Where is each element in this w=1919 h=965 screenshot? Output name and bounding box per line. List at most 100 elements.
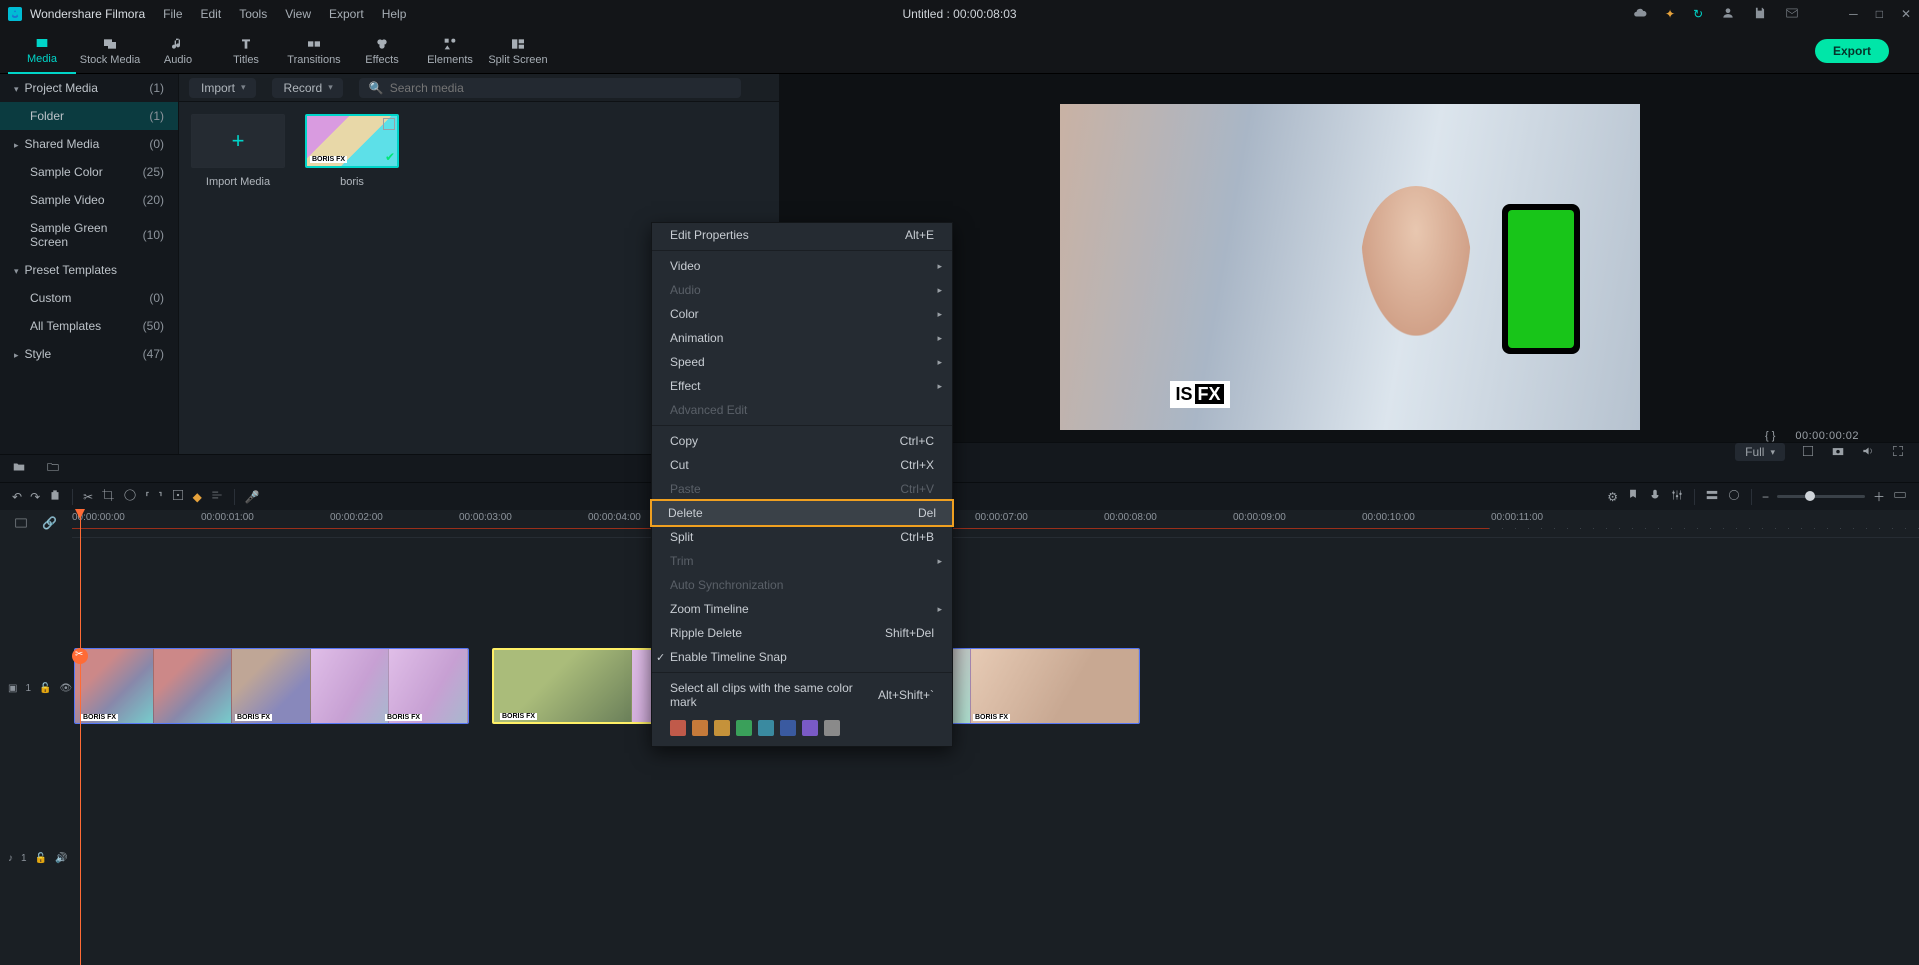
tab-transitions[interactable]: Transitions [280,28,348,74]
sidebar-sample-color[interactable]: Sample Color(25) [0,158,178,186]
settings-icon[interactable] [210,488,224,505]
color-swatch[interactable] [802,720,818,736]
lightbulb-icon[interactable]: ✦ [1665,7,1675,21]
close-icon[interactable]: ✕ [1901,7,1911,21]
tab-effects[interactable]: Effects [348,28,416,74]
sidebar-style[interactable]: ▸Style(47) [0,340,178,368]
render-icon[interactable] [1801,444,1815,461]
color-swatch[interactable] [780,720,796,736]
delete-icon[interactable] [48,488,62,505]
sidebar-project-media[interactable]: ▾Project Media(1) [0,74,178,102]
minimize-icon[interactable]: ─ [1849,7,1858,21]
sidebar-sample-video[interactable]: Sample Video(20) [0,186,178,214]
timeline-link-icon[interactable]: 🔗 [42,516,57,533]
mail-icon[interactable] [1785,6,1799,23]
user-icon[interactable] [1721,6,1735,23]
context-ripple-delete[interactable]: Ripple DeleteShift+Del [652,621,952,645]
undo-icon[interactable]: ↶ [12,490,22,504]
download-icon[interactable] [1817,6,1831,23]
new-folder-icon[interactable] [12,460,26,477]
export-button[interactable]: Export [1815,39,1889,63]
lock-icon[interactable]: 🔓 [39,683,51,694]
tab-elements[interactable]: Elements [416,28,484,74]
zoom-fit-icon[interactable] [1893,488,1907,505]
menu-file[interactable]: File [163,7,182,21]
menu-export[interactable]: Export [329,7,364,21]
color-match-icon[interactable]: ⚙ [1607,490,1618,504]
auto-ripple-icon[interactable] [1727,488,1741,505]
preview-braces[interactable]: { } [1765,430,1775,442]
audio-icon[interactable]: 🔊 [55,853,67,864]
sidebar-sample-green[interactable]: Sample Green Screen(10) [0,214,178,256]
folder-icon[interactable] [46,460,60,477]
preview-canvas[interactable]: ISFX [840,104,1859,430]
timeline-ruler[interactable]: 00:00:00:0000:00:01:0000:00:02:0000:00:0… [72,510,1919,538]
split-icon[interactable]: ✂ [83,490,93,504]
context-split[interactable]: SplitCtrl+B [652,525,952,549]
context-zoom-timeline[interactable]: Zoom Timeline [652,597,952,621]
context-speed[interactable]: Speed [652,350,952,374]
voiceover-icon[interactable]: 🎤 [245,490,260,504]
context-cut[interactable]: CutCtrl+X [652,453,952,477]
context-copy[interactable]: CopyCtrl+C [652,429,952,453]
audio-track-header[interactable]: ♪ 1 🔓 🔊 [0,838,72,878]
cloud-icon[interactable] [1633,6,1647,23]
context-delete[interactable]: DeleteDel [650,499,954,527]
playhead[interactable] [80,510,81,965]
tab-titles[interactable]: Titles [212,28,280,74]
clip-1[interactable]: boris BORIS FX BORIS FX BORIS FX [74,648,469,724]
context-color[interactable]: Color [652,302,952,326]
marker-start-icon[interactable]: ⸢ [145,490,150,504]
volume-icon[interactable] [1861,444,1875,461]
color-swatch[interactable] [758,720,774,736]
sidebar-preset-templates[interactable]: ▾Preset Templates [0,256,178,284]
visibility-icon[interactable]: 👁 [59,683,72,694]
tab-audio[interactable]: Audio [144,28,212,74]
refresh-icon[interactable]: ↻ [1693,7,1703,21]
tab-stock-media[interactable]: Stock Media [76,28,144,74]
redo-icon[interactable]: ↷ [30,490,40,504]
crop-icon[interactable] [101,488,115,505]
context-enable-timeline-snap[interactable]: Enable Timeline Snap [652,645,952,669]
keyframe-icon[interactable]: ◆ [193,490,202,504]
video-track-header[interactable]: ▣ 1 🔓 👁 [0,648,72,728]
maximize-icon[interactable]: □ [1876,7,1883,21]
color-swatch[interactable] [714,720,730,736]
zoom-out-icon[interactable]: − [1762,490,1769,504]
detach-icon[interactable] [171,488,185,505]
context-select-all-clips-with-the-same-color-mark[interactable]: Select all clips with the same color mar… [652,676,952,714]
context-edit-properties[interactable]: Edit PropertiesAlt+E [652,223,952,247]
menu-tools[interactable]: Tools [239,7,267,21]
search-input[interactable] [390,81,731,95]
speed-icon[interactable] [123,488,137,505]
color-swatch[interactable] [670,720,686,736]
marker-end-icon[interactable]: ⸣ [158,490,163,504]
import-dropdown[interactable]: Import▾ [189,78,256,98]
fullscreen-icon[interactable] [1891,444,1905,461]
sidebar-custom[interactable]: Custom(0) [0,284,178,312]
zoom-slider[interactable] [1777,495,1865,498]
record-dropdown[interactable]: Record▾ [272,78,343,98]
color-swatch[interactable] [736,720,752,736]
context-animation[interactable]: Animation [652,326,952,350]
tab-media[interactable]: Media [8,28,76,74]
lock-icon[interactable]: 🔓 [35,853,47,864]
sidebar-all-templates[interactable]: All Templates(50) [0,312,178,340]
zoom-in-icon[interactable]: ＋ [1873,488,1885,505]
import-media-tile[interactable]: + Import Media [191,114,285,188]
view-mode-icon[interactable] [1705,488,1719,505]
menu-help[interactable]: Help [382,7,407,21]
sidebar-folder[interactable]: Folder(1) [0,102,178,130]
mixer-icon[interactable] [1670,488,1684,505]
video-track[interactable]: boris BORIS FX BORIS FX BORIS FX ▶boris … [72,648,1919,728]
tab-split-screen[interactable]: Split Screen [484,28,552,74]
preview-size-dropdown[interactable]: Full▾ [1735,443,1785,461]
menu-edit[interactable]: Edit [201,7,222,21]
timeline-manage-icon[interactable] [14,516,28,533]
context-effect[interactable]: Effect [652,374,952,398]
context-video[interactable]: Video [652,254,952,278]
search-media[interactable]: 🔍 [359,78,741,98]
save-icon[interactable] [1753,6,1767,23]
snapshot-icon[interactable] [1831,444,1845,461]
media-item-boris[interactable]: ✔BORIS FX boris [305,114,399,188]
